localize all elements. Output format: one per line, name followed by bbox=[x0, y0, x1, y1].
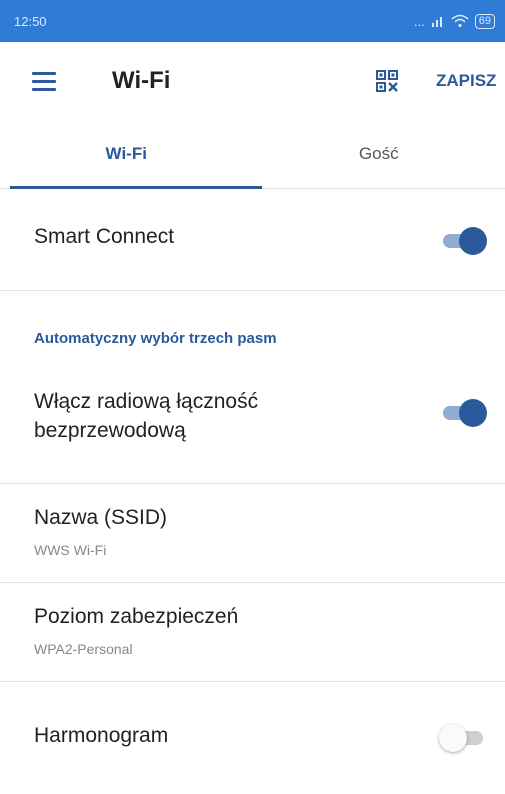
signal-indicator: ... bbox=[414, 14, 425, 29]
smart-connect-label: Smart Connect bbox=[34, 225, 174, 249]
status-time: 12:50 bbox=[14, 14, 47, 29]
menu-icon[interactable] bbox=[32, 72, 56, 92]
tab-bar: Wi-Fi Gość bbox=[0, 124, 505, 189]
smart-connect-toggle[interactable] bbox=[439, 227, 487, 255]
section-header: Automatyczny wybór trzech pasm bbox=[34, 330, 277, 347]
schedule-row[interactable]: Harmonogram bbox=[0, 682, 505, 794]
qr-code-icon[interactable] bbox=[376, 70, 398, 92]
ssid-label: Nazwa (SSID) bbox=[34, 506, 167, 530]
wifi-icon bbox=[451, 14, 469, 28]
ssid-row[interactable]: Nazwa (SSID) WWS Wi-Fi bbox=[0, 484, 505, 583]
schedule-label: Harmonogram bbox=[34, 724, 168, 748]
wireless-radio-row[interactable]: Włącz radiową łączność bezprzewodową bbox=[0, 371, 505, 484]
app-bar: Wi-Fi ZAPISZ bbox=[0, 42, 505, 124]
page-title: Wi-Fi bbox=[112, 67, 170, 95]
battery-icon: 69 bbox=[475, 14, 495, 29]
wireless-radio-label: Włącz radiową łączność bezprzewodową bbox=[34, 387, 354, 445]
ssid-value: WWS Wi-Fi bbox=[34, 542, 106, 558]
security-value: WPA2-Personal bbox=[34, 641, 133, 657]
security-row[interactable]: Poziom zabezpieczeń WPA2-Personal bbox=[0, 583, 505, 682]
wireless-radio-toggle[interactable] bbox=[439, 399, 487, 427]
status-bar: 12:50 ... 69 bbox=[0, 0, 505, 42]
tab-wifi[interactable]: Wi-Fi bbox=[0, 124, 253, 188]
tab-guest[interactable]: Gość bbox=[253, 124, 505, 188]
signal-icon bbox=[431, 15, 445, 27]
smart-connect-row[interactable]: Smart Connect bbox=[0, 189, 505, 291]
status-icons: ... 69 bbox=[414, 14, 495, 29]
security-label: Poziom zabezpieczeń bbox=[34, 605, 238, 629]
schedule-toggle[interactable] bbox=[439, 724, 487, 752]
save-button[interactable]: ZAPISZ bbox=[436, 71, 496, 91]
